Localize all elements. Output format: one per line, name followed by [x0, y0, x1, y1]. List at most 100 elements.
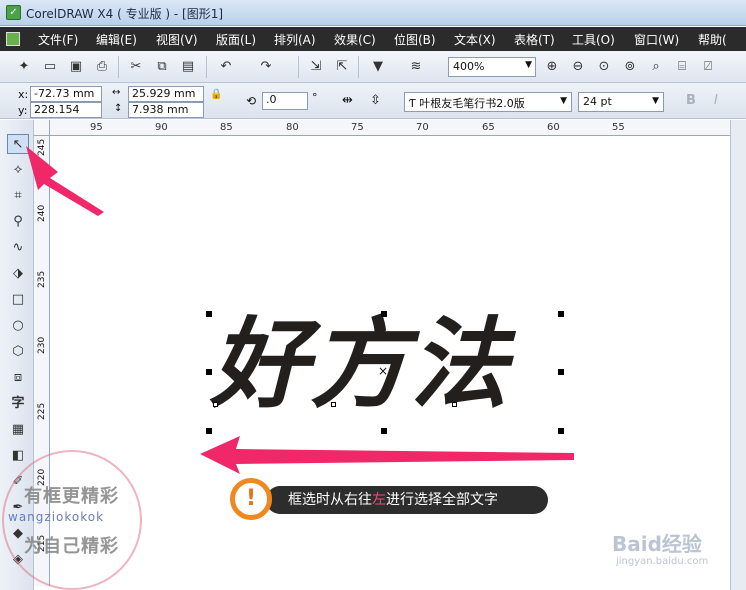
paste-icon[interactable]: ▤	[178, 57, 198, 77]
zoom-all-objects-icon[interactable]: ⊚	[620, 57, 640, 77]
selection-handle[interactable]	[558, 311, 564, 317]
import-icon[interactable]: ⇲	[306, 57, 326, 77]
ruler-tick-label: 90	[155, 122, 168, 133]
menu-window[interactable]: 窗口(W)	[634, 31, 679, 48]
tip-text-highlight: 左	[372, 492, 386, 508]
copy-icon[interactable]: ⧉	[152, 57, 172, 77]
coreldraw-app-icon: ✓	[6, 5, 21, 20]
tip-text-before: 框选时从右往	[288, 492, 372, 508]
ellipse-tool-icon[interactable]: ○	[7, 316, 29, 336]
chevron-down-icon: ▼	[525, 60, 532, 70]
vertical-scrollbar[interactable]	[730, 120, 746, 590]
horizontal-ruler[interactable]: 95 90 85 80 75 70 65 60 55	[50, 120, 730, 136]
standard-toolbar: ✦ ▭ ▣ ⎙ ✂ ⧉ ▤ ↶ ↷ ⇲ ⇱ ▼ ≋ 400% ▼ ⊕ ⊖ ⊙ ⊚…	[0, 51, 746, 83]
rectangle-tool-icon[interactable]: □	[7, 290, 29, 310]
italic-button[interactable]: I	[714, 93, 718, 108]
ruler-tick-label: 80	[286, 122, 299, 133]
zoom-selected-icon[interactable]: ⊙	[594, 57, 614, 77]
watermark-line3: 为自己精彩	[24, 536, 119, 557]
redo-icon[interactable]: ↷	[256, 57, 276, 77]
table-tool-icon[interactable]: ▦	[7, 420, 29, 440]
selection-handle[interactable]	[558, 369, 564, 375]
new-document-icon[interactable]: ✦	[14, 57, 34, 77]
menu-arrange[interactable]: 排列(A)	[274, 31, 316, 48]
text-node-handle[interactable]	[213, 402, 218, 407]
zoom-in-icon[interactable]: ⊕	[542, 57, 562, 77]
undo-icon[interactable]: ↶	[216, 57, 236, 77]
selection-handle[interactable]	[381, 428, 387, 434]
interactive-blend-tool-icon[interactable]: ◧	[7, 446, 29, 466]
toolbar-separator	[298, 56, 299, 78]
crop-tool-icon[interactable]: ⌗	[7, 186, 29, 206]
zoom-page-icon[interactable]: ⌕	[646, 57, 666, 77]
zoom-level-select[interactable]: 400% ▼	[448, 57, 536, 77]
font-size-value: 24 pt	[583, 95, 612, 108]
welcome-screen-icon[interactable]: ≋	[406, 57, 426, 77]
print-icon[interactable]: ⎙	[92, 57, 112, 77]
text-node-handle[interactable]	[331, 402, 336, 407]
ruler-tick-label: 60	[547, 122, 560, 133]
selection-handle[interactable]	[381, 311, 387, 317]
pick-tool-icon[interactable]: ↖	[7, 134, 29, 154]
height-field[interactable]: 7.938 mm	[128, 102, 204, 118]
mirror-vertical-icon[interactable]: ⇳	[370, 93, 381, 108]
menu-effects[interactable]: 效果(C)	[334, 31, 376, 48]
menu-layout[interactable]: 版面(L)	[216, 31, 256, 48]
basic-shapes-tool-icon[interactable]: ⧈	[7, 368, 29, 388]
polygon-tool-icon[interactable]: ⬡	[7, 342, 29, 362]
bold-button[interactable]: B	[686, 93, 696, 108]
ruler-tick-label: 75	[351, 122, 364, 133]
freehand-tool-icon[interactable]: ∿	[7, 238, 29, 258]
menu-text[interactable]: 文本(X)	[454, 31, 496, 48]
zoom-page-height-icon[interactable]: ⍁	[698, 57, 718, 77]
menu-file[interactable]: 文件(F)	[38, 31, 78, 48]
menu-bitmaps[interactable]: 位图(B)	[394, 31, 436, 48]
save-icon[interactable]: ▣	[66, 57, 86, 77]
rotation-field[interactable]: .0	[262, 92, 308, 110]
tip-callout: 框选时从右往左进行选择全部文字 !	[230, 478, 548, 520]
export-icon[interactable]: ⇱	[332, 57, 352, 77]
property-bar: x: -72.73 mm y: 228.154 mm ↔ 25.929 mm ↕…	[0, 83, 746, 130]
toolbar-separator	[358, 56, 359, 78]
y-position-field[interactable]: 228.154 mm	[30, 102, 102, 130]
toolbar-separator	[118, 56, 119, 78]
zoom-level-value: 400%	[453, 60, 485, 73]
smart-fill-tool-icon[interactable]: ⬗	[7, 264, 29, 284]
menu-tools[interactable]: 工具(O)	[572, 31, 615, 48]
menu-view[interactable]: 视图(V)	[156, 31, 198, 48]
menu-table[interactable]: 表格(T)	[514, 31, 555, 48]
ruler-tick-label: 230	[37, 336, 47, 354]
selection-handle[interactable]	[558, 428, 564, 434]
ruler-tick-label: 65	[482, 122, 495, 133]
font-family-select[interactable]: Ƭ 叶根友毛笔行书2.0版 ▼	[404, 92, 572, 112]
x-label: x:	[18, 88, 29, 101]
ruler-tick-label: 245	[37, 138, 47, 156]
toolbar-separator	[206, 56, 207, 78]
lock-ratio-icon[interactable]: 🔒	[210, 89, 222, 100]
cut-icon[interactable]: ✂	[126, 57, 146, 77]
shape-tool-icon[interactable]: ⟡	[7, 160, 29, 180]
text-tool-icon[interactable]: 字	[7, 394, 29, 414]
zoom-page-width-icon[interactable]: ⌸	[672, 57, 692, 77]
menu-help[interactable]: 帮助(	[698, 31, 727, 48]
menu-edit[interactable]: 编辑(E)	[96, 31, 137, 48]
height-icon: ↕	[114, 103, 123, 114]
ruler-origin[interactable]	[34, 120, 50, 136]
zoom-tool-icon[interactable]: ⚲	[7, 212, 29, 232]
width-field[interactable]: 25.929 mm	[128, 86, 204, 102]
document-icon[interactable]	[6, 32, 20, 46]
selection-handle[interactable]	[206, 369, 212, 375]
open-icon[interactable]: ▭	[40, 57, 60, 77]
menu-bar: 文件(F) 编辑(E) 视图(V) 版面(L) 排列(A) 效果(C) 位图(B…	[0, 27, 746, 51]
mirror-horizontal-icon[interactable]: ⇹	[342, 93, 353, 108]
ruler-tick-label: 235	[37, 270, 47, 288]
x-position-field[interactable]: -72.73 mm	[30, 86, 102, 102]
selection-handle[interactable]	[206, 311, 212, 317]
font-size-select[interactable]: 24 pt ▼	[578, 92, 664, 112]
zoom-out-icon[interactable]: ⊖	[568, 57, 588, 77]
text-node-handle[interactable]	[452, 402, 457, 407]
application-launcher-icon[interactable]: ▼	[368, 57, 388, 77]
selection-handle[interactable]	[206, 428, 212, 434]
ruler-tick-label: 240	[37, 204, 47, 222]
tip-text: 框选时从右往左进行选择全部文字	[266, 486, 548, 514]
